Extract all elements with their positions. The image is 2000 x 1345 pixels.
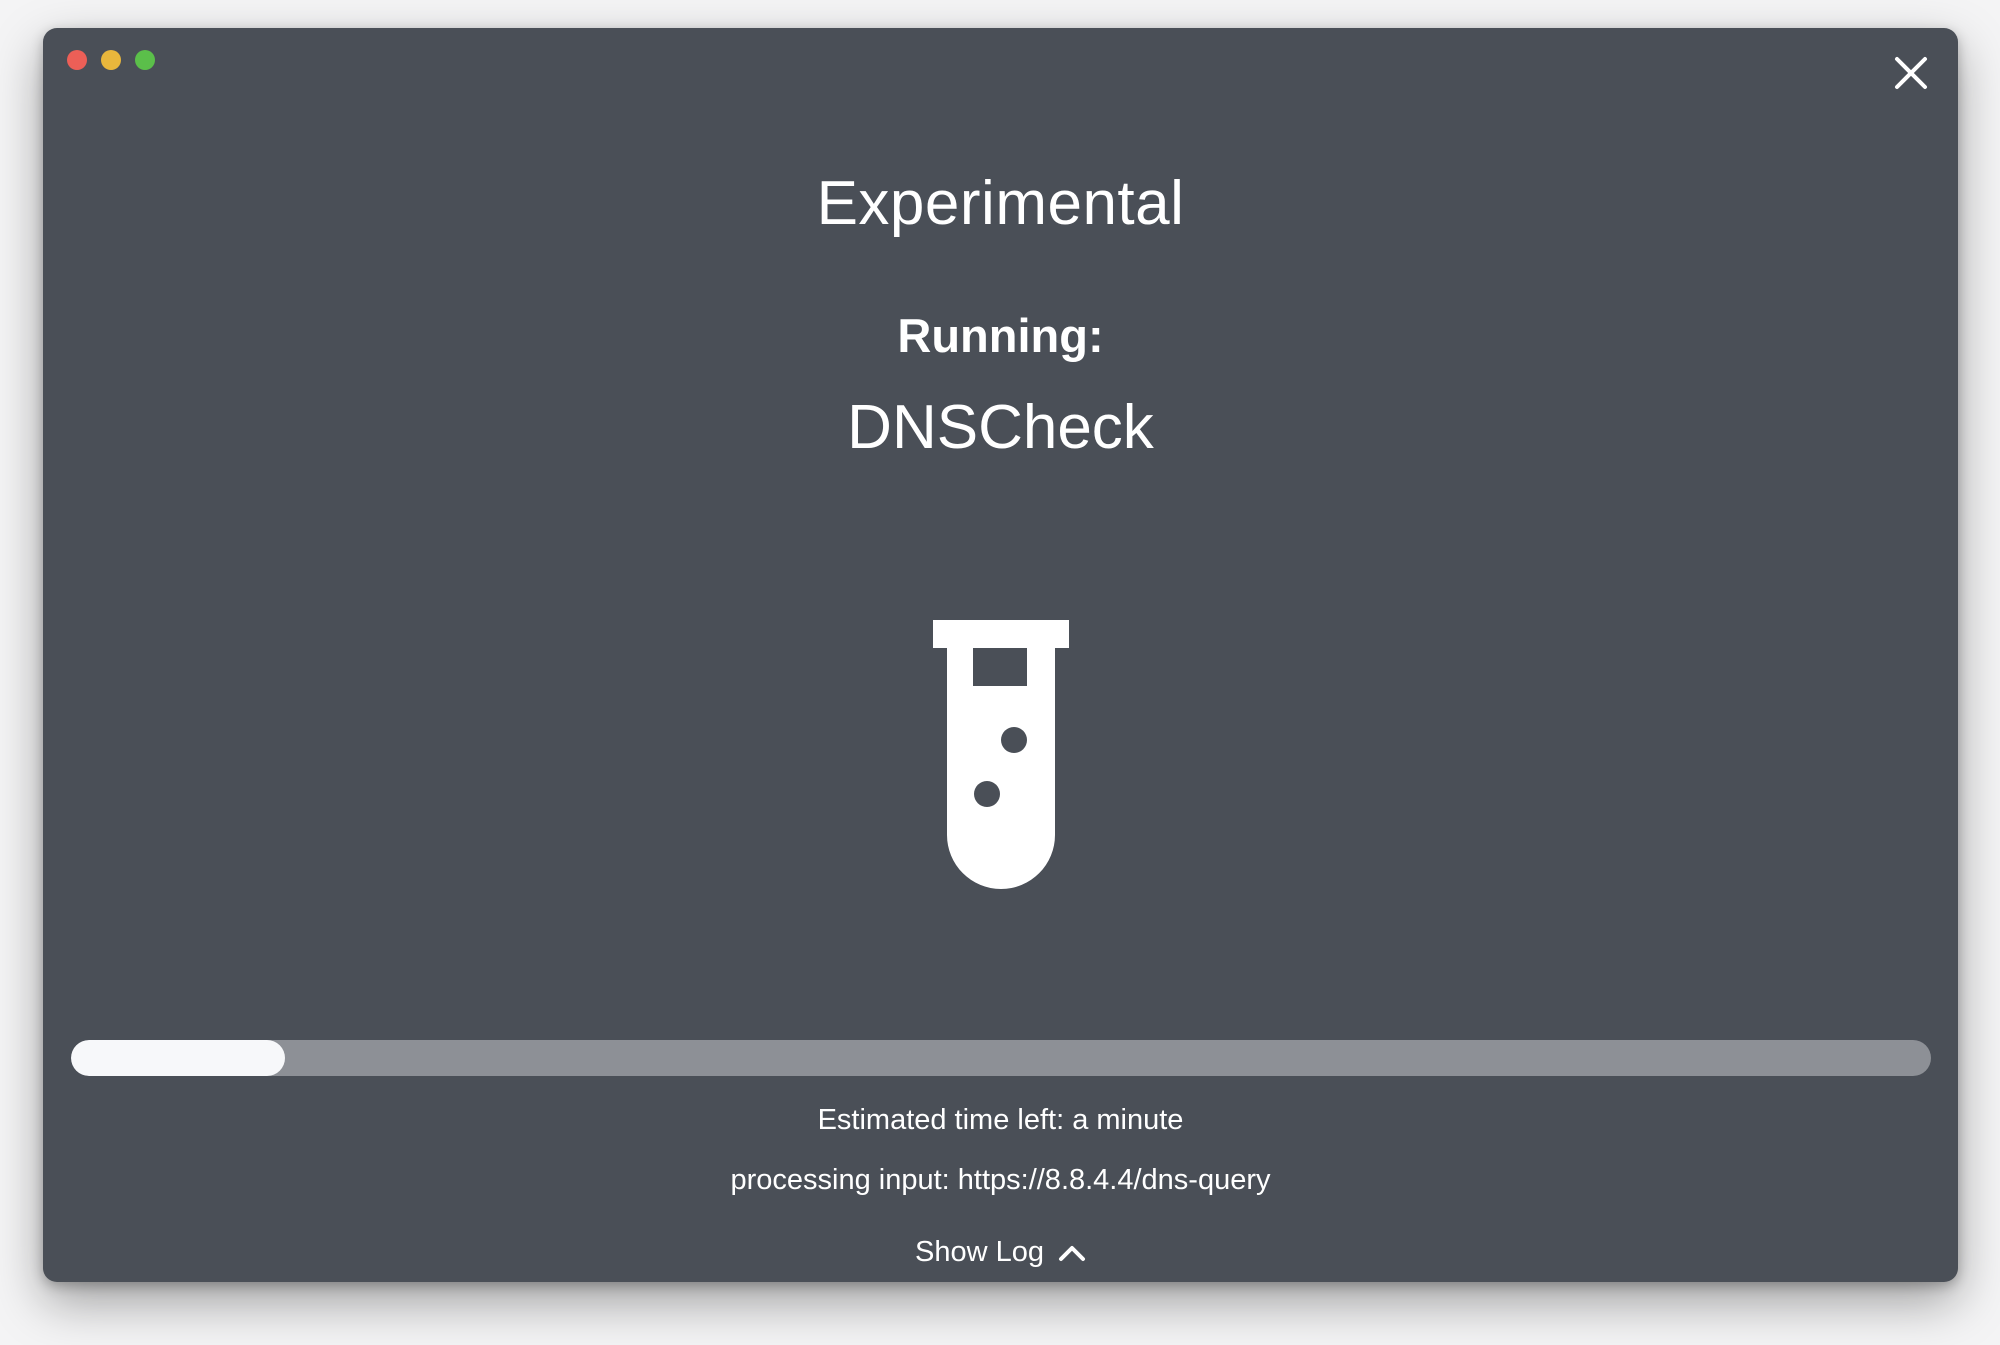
show-log-label: Show Log xyxy=(915,1236,1044,1268)
close-x-icon xyxy=(1895,57,1927,89)
window-close-dot[interactable] xyxy=(67,50,87,70)
window-controls xyxy=(67,50,155,70)
estimated-time-text: Estimated time left: a minute xyxy=(817,1104,1184,1136)
show-log-button[interactable]: Show Log xyxy=(915,1236,1086,1269)
app-window: Experimental Running: DNSCheck Estimated… xyxy=(43,28,1958,1282)
window-minimize-dot[interactable] xyxy=(101,50,121,70)
test-name: DNSCheck xyxy=(847,393,1154,462)
progress-bar-fill xyxy=(71,1040,285,1076)
test-tube-icon xyxy=(933,620,1069,889)
chevron-up-icon xyxy=(1059,1245,1085,1261)
progress-bar xyxy=(71,1040,1931,1076)
close-button[interactable] xyxy=(1888,50,1934,96)
running-label: Running: xyxy=(897,309,1104,362)
show-log-row: Show Log xyxy=(43,1236,1958,1269)
processing-input-text: processing input: https://8.8.4.4/dns-qu… xyxy=(730,1164,1271,1196)
page-title: Experimental xyxy=(816,169,1185,238)
window-zoom-dot[interactable] xyxy=(135,50,155,70)
